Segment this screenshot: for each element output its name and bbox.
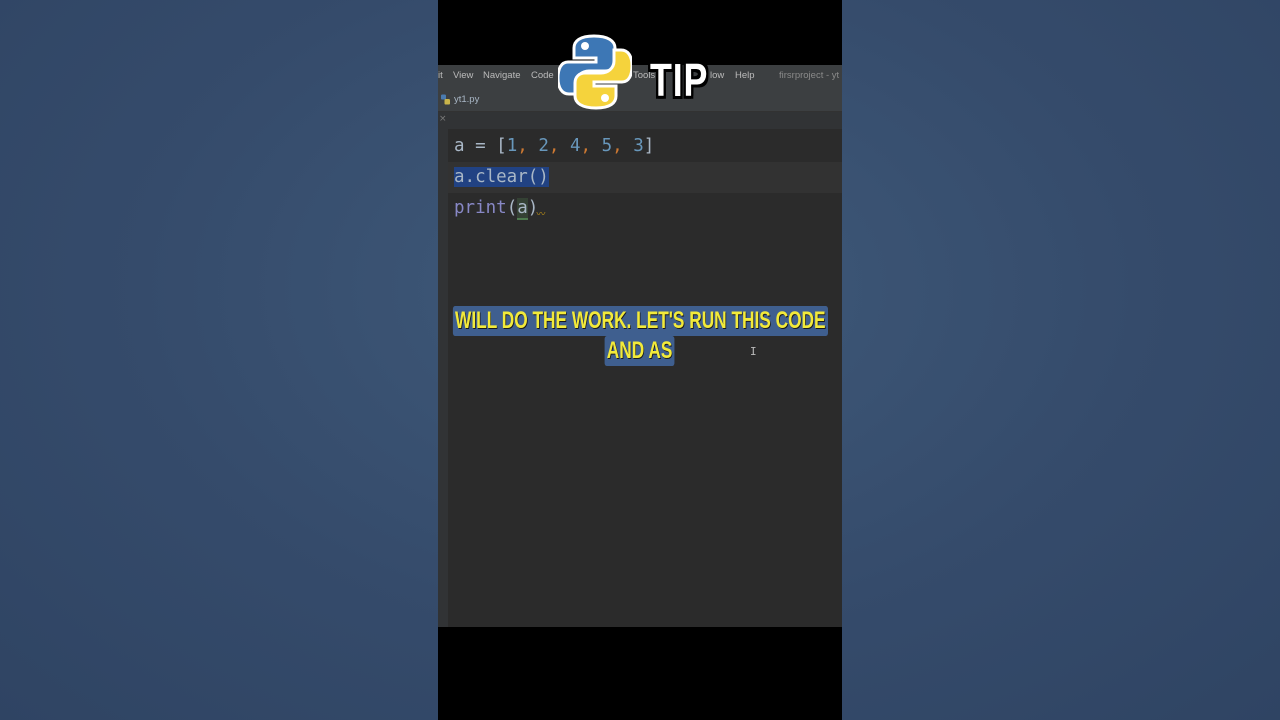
- text-cursor-icon: I: [750, 345, 757, 358]
- bracket-close: ]: [643, 136, 655, 156]
- subtitle-caption: Will do the work. Let's run this code an…: [438, 306, 842, 366]
- comma: ,: [580, 136, 602, 156]
- paren-open: (: [506, 198, 518, 218]
- comma: ,: [548, 136, 570, 156]
- menu-navigate[interactable]: Navigate: [483, 70, 521, 81]
- menu-code[interactable]: Code: [531, 70, 554, 81]
- list-number: 2: [538, 136, 549, 156]
- menu-edit[interactable]: it: [438, 70, 443, 81]
- comma: ,: [517, 136, 539, 156]
- list-number: 4: [569, 136, 581, 156]
- menu-help[interactable]: Help: [735, 70, 755, 81]
- selected-code: a.clear(): [454, 167, 549, 187]
- bracket-open: [: [496, 136, 507, 156]
- code-line-3[interactable]: print(a)〰: [448, 193, 842, 224]
- breadcrumb-strip: ×: [438, 112, 842, 130]
- tip-label: TIP: [650, 54, 709, 106]
- list-number: 5: [601, 136, 613, 156]
- editor-tab-bar: yt1.py: [438, 87, 842, 112]
- warning-squiggle-icon: 〰: [536, 210, 546, 220]
- list-number: 3: [633, 136, 644, 156]
- python-file-icon: [440, 94, 451, 105]
- menu-window[interactable]: low: [710, 70, 724, 81]
- code-line-2[interactable]: a.clear(): [448, 162, 842, 193]
- code-line-1[interactable]: a = [1, 2, 4, 5, 3]: [448, 131, 842, 162]
- caption-line-1: Will do the work. Let's run this code: [452, 306, 828, 336]
- close-icon[interactable]: ×: [439, 114, 447, 124]
- window-title: firsrproject - yt: [779, 70, 840, 81]
- caption-line-2: and as: [605, 336, 675, 366]
- tab-label: yt1.py: [454, 93, 480, 105]
- tab-yt1-py[interactable]: yt1.py: [438, 87, 485, 111]
- video-frame: it View Navigate Code Tools low Help fir…: [438, 0, 842, 720]
- var-a: a: [454, 136, 465, 156]
- menu-bar: it View Navigate Code Tools low Help fir…: [438, 65, 842, 87]
- code-editor[interactable]: a = [1, 2, 4, 5, 3] a.clear() print(a)〰: [448, 129, 842, 627]
- comma: ,: [612, 136, 634, 156]
- assign-op: =: [464, 136, 497, 156]
- print-builtin: print: [454, 198, 507, 218]
- menu-view[interactable]: View: [453, 70, 473, 81]
- arg-a: a: [517, 198, 528, 220]
- list-number: 1: [506, 136, 518, 156]
- python-logo: [556, 34, 634, 110]
